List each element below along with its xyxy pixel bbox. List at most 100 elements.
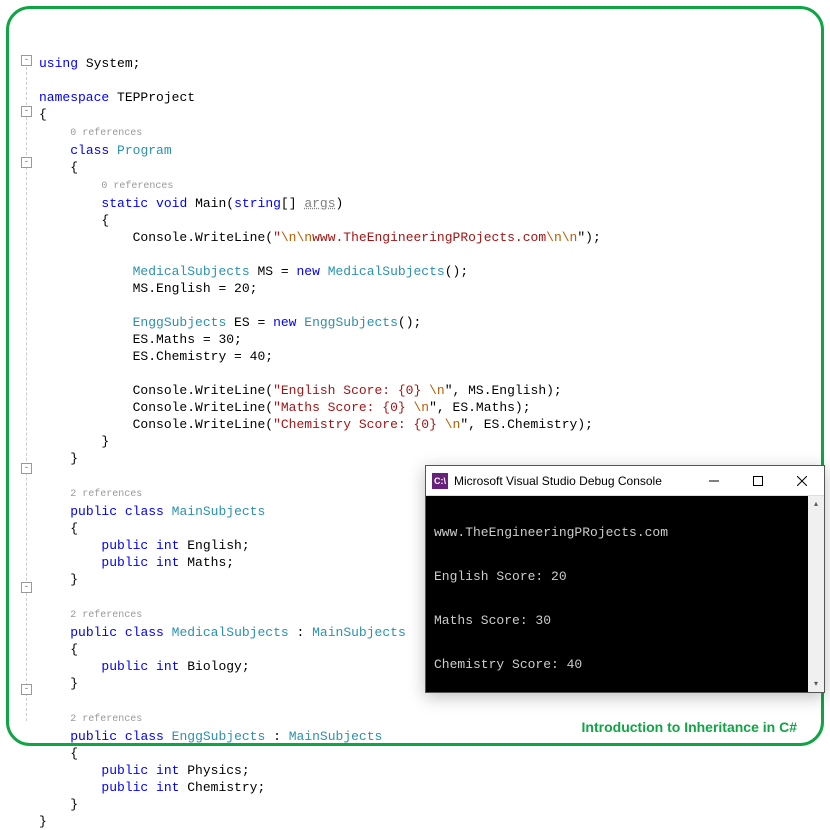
kw-new: new (273, 315, 296, 330)
line: www.TheEngineeringPRojects.com (434, 525, 668, 540)
console-title: Microsoft Visual Studio Debug Console (454, 474, 692, 488)
str: "Chemistry Score: {0} (273, 417, 445, 432)
arg: ", ES.Chemistry); (460, 417, 593, 432)
field: Physics; (179, 763, 249, 778)
maximize-button[interactable] (736, 466, 780, 496)
ms-decl: MS = (250, 264, 297, 279)
stmt: MS.English = 20; (133, 281, 258, 296)
kw-class: class (125, 625, 164, 640)
scroll-up-icon[interactable]: ▴ (808, 496, 824, 512)
line: Maths Score: 30 (434, 613, 551, 628)
writeline: .WriteLine( (187, 400, 273, 415)
console-icon: C:\ (432, 473, 448, 489)
writeline: .WriteLine( (187, 383, 273, 398)
kw-public: public (70, 729, 117, 744)
kw-int: int (156, 780, 179, 795)
codelens[interactable]: 2 references (70, 610, 142, 621)
minimize-button[interactable] (692, 466, 736, 496)
url-str: www.TheEngineeringPRojects.com (312, 230, 546, 245)
kw-string: string (234, 196, 281, 211)
close-button[interactable] (780, 466, 824, 496)
scroll-track[interactable] (808, 512, 824, 676)
esc: \n (445, 417, 461, 432)
close: "); (577, 230, 600, 245)
paren: (); (445, 264, 468, 279)
collapse-main[interactable]: - (21, 157, 32, 168)
line: Chemistry Score: 40 (434, 657, 582, 672)
type-mainsubjects: MainSubjects (172, 504, 266, 519)
kw-int: int (156, 538, 179, 553)
type-engg: EnggSubjects (304, 315, 398, 330)
esc: \n (414, 400, 430, 415)
kw-class: class (125, 504, 164, 519)
main-method: Main (195, 196, 226, 211)
console-scrollbar[interactable]: ▴ ▾ (808, 496, 824, 692)
stmt: ES.Chemistry = 40; (133, 349, 273, 364)
console-body: www.TheEngineeringPRojects.com English S… (426, 496, 824, 692)
main-frame: - - - - - - using System; namespace TEPP… (6, 6, 824, 746)
kw-public: public (101, 538, 148, 553)
icon-text: C:\ (434, 476, 446, 486)
type-medical: MedicalSubjects (133, 264, 250, 279)
stmt: ES.Maths = 30; (133, 332, 242, 347)
collapse-namespace[interactable]: - (21, 55, 32, 66)
kw-class: class (125, 729, 164, 744)
sys: System (86, 56, 133, 71)
field: English; (179, 538, 249, 553)
kw-new: new (296, 264, 319, 279)
writeline: .WriteLine( (187, 230, 273, 245)
console-titlebar[interactable]: C:\ Microsoft Visual Studio Debug Consol… (426, 466, 824, 496)
console-ref: Console (133, 383, 188, 398)
type-engg: EnggSubjects (133, 315, 227, 330)
kw-static: static (101, 196, 148, 211)
kw-int: int (156, 555, 179, 570)
type-program: Program (117, 143, 172, 158)
str: "English Score: {0} (273, 383, 429, 398)
esc: \n (429, 383, 445, 398)
type-engg: EnggSubjects (172, 729, 266, 744)
kw-public: public (101, 659, 148, 674)
codelens[interactable]: 2 references (70, 489, 142, 500)
console-ref: Console (133, 230, 188, 245)
codelens[interactable]: 0 references (101, 181, 173, 192)
colon: : (297, 625, 313, 640)
scroll-down-icon[interactable]: ▾ (808, 676, 824, 692)
param-args: args (304, 196, 335, 211)
str: "Maths Score: {0} (273, 400, 413, 415)
kw-public: public (101, 763, 148, 778)
arg: ", MS.English); (445, 383, 562, 398)
colon: : (273, 729, 289, 744)
field: Maths; (179, 555, 234, 570)
codelens[interactable]: 2 references (70, 714, 142, 725)
type-medical: MedicalSubjects (172, 625, 289, 640)
collapse-enggsubjects[interactable]: - (21, 684, 32, 695)
kw-class: class (70, 143, 109, 158)
debug-console-window: C:\ Microsoft Visual Studio Debug Consol… (425, 465, 825, 693)
field: Chemistry; (179, 780, 265, 795)
gutter: - - - - - - (19, 21, 37, 174)
type-mainsubjects: MainSubjects (289, 729, 383, 744)
code-editor: - - - - - - using System; namespace TEPP… (19, 21, 811, 830)
kw-int: int (156, 659, 179, 674)
footer-caption: Introduction to Inheritance in C# (582, 719, 797, 735)
type-mainsubjects: MainSubjects (312, 625, 406, 640)
arg: ", ES.Maths); (429, 400, 530, 415)
kw-public: public (101, 555, 148, 570)
esc: \n\n (546, 230, 577, 245)
codelens[interactable]: 0 references (70, 128, 142, 139)
writeline: .WriteLine( (187, 417, 273, 432)
collapse-class-program[interactable]: - (21, 106, 32, 117)
collapse-mainsubjects[interactable]: - (21, 463, 32, 474)
line: English Score: 20 (434, 569, 567, 584)
esc: \n\n (281, 230, 312, 245)
kw-public: public (70, 504, 117, 519)
kw-public: public (101, 780, 148, 795)
console-ref: Console (133, 400, 188, 415)
type-medical: MedicalSubjects (328, 264, 445, 279)
console-ref: Console (133, 417, 188, 432)
paren: (); (398, 315, 421, 330)
kw-void: void (156, 196, 187, 211)
es-decl: ES = (226, 315, 273, 330)
field: Biology; (179, 659, 249, 674)
collapse-medicalsubjects[interactable]: - (21, 582, 32, 593)
